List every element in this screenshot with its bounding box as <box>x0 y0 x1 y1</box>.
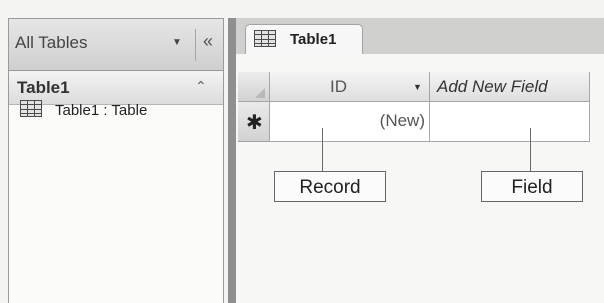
navigation-pane-header[interactable]: All Tables ▼ « <box>9 19 223 71</box>
field-callout: Field <box>481 171 583 202</box>
cell-id-new[interactable]: (New) <box>270 102 430 142</box>
record-callout: Record <box>274 171 386 202</box>
select-all-corner[interactable] <box>238 72 270 102</box>
table-icon <box>254 30 276 47</box>
tab-label: Table1 <box>290 31 337 48</box>
table-icon <box>20 100 42 117</box>
navigation-pane-title[interactable]: All Tables <box>15 33 87 53</box>
tab-table1[interactable]: Table1 <box>245 24 363 54</box>
field-callout-label: Field <box>511 177 553 198</box>
chevron-down-icon[interactable]: ▼ <box>172 37 182 48</box>
record-callout-label: Record <box>299 177 361 198</box>
nav-item-table1[interactable]: Table1 : Table <box>10 96 210 124</box>
group-title: Table1 <box>17 78 70 97</box>
header-separator <box>195 29 196 61</box>
cell-value: (New) <box>379 111 425 130</box>
column-header-id[interactable]: ID ▼ <box>270 72 430 102</box>
nav-item-label: Table1 : Table <box>55 102 148 119</box>
new-record-icon: ✱ <box>246 112 263 134</box>
new-record-selector[interactable]: ✱ <box>238 102 270 142</box>
column-header-label: ID <box>330 77 347 96</box>
record-callout-line <box>322 128 323 172</box>
column-header-label: Add New Field <box>437 77 548 96</box>
chevron-down-icon[interactable]: ▼ <box>413 82 422 92</box>
pane-splitter[interactable] <box>228 18 236 303</box>
collapse-group-icon[interactable]: ⌃ <box>195 78 207 95</box>
navigation-pane: All Tables ▼ « Table1 ⌃ <box>8 18 224 303</box>
field-callout-line <box>530 128 531 172</box>
column-header-add-new-field[interactable]: Add New Field <box>430 72 590 102</box>
cell-add-new-field[interactable] <box>430 102 590 142</box>
shutter-bar-close-icon[interactable]: « <box>203 31 213 52</box>
